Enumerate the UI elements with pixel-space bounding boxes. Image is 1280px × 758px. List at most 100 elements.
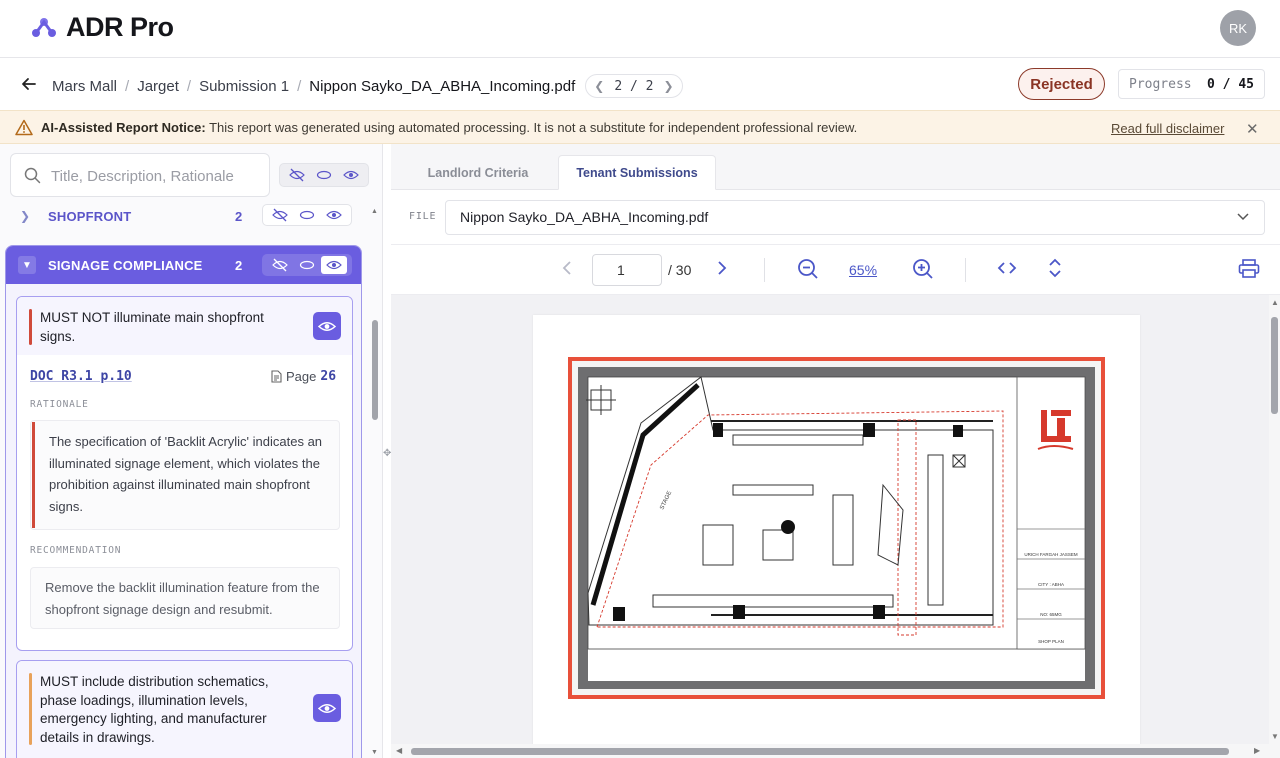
- eye-off-icon[interactable]: [267, 256, 293, 274]
- rationale-text: The specification of 'Backlit Acrylic' i…: [49, 434, 323, 514]
- eye-icon[interactable]: [321, 206, 347, 224]
- notice-text: AI-Assisted Report Notice: This report w…: [41, 120, 857, 135]
- user-avatar[interactable]: RK: [1220, 10, 1256, 46]
- scroll-right-icon[interactable]: ▶: [1254, 746, 1260, 755]
- severity-bar: [29, 309, 32, 345]
- next-page-button[interactable]: [716, 259, 728, 277]
- document-panel: Landlord Criteria Tenant Submissions FIL…: [391, 144, 1280, 758]
- page-number-input[interactable]: 1: [592, 254, 662, 286]
- document-icon: [271, 370, 282, 383]
- arrow-left-icon: [22, 78, 36, 90]
- eye-icon[interactable]: [338, 166, 364, 184]
- breadcrumb-current: Nippon Sayko_DA_ABHA_Incoming.pdf: [309, 77, 576, 95]
- scroll-down-icon[interactable]: ▼: [1271, 732, 1279, 741]
- section-title: SHOPFRONT: [48, 208, 132, 224]
- section-visibility-filter: [262, 204, 352, 226]
- recommendation-label: RECOMMENDATION: [30, 545, 122, 556]
- chevron-left-icon: [562, 261, 571, 275]
- view-toggle-button[interactable]: [313, 694, 341, 722]
- status-badge[interactable]: Rejected: [1018, 68, 1105, 100]
- scroll-up-icon[interactable]: ▲: [371, 208, 378, 215]
- requirement-text: MUST include distribution schematics, ph…: [40, 674, 269, 745]
- tab-tenant-submissions[interactable]: Tenant Submissions: [558, 155, 716, 190]
- zoom-out-button[interactable]: [797, 258, 819, 280]
- app-name: ADR Pro: [66, 12, 174, 42]
- eye-icon[interactable]: [321, 256, 348, 274]
- file-selector-row: FILE Nippon Sayko_DA_ABHA_Incoming.pdf: [391, 190, 1280, 245]
- search-input[interactable]: [51, 164, 263, 188]
- back-button[interactable]: [18, 73, 40, 95]
- finding-card[interactable]: MUST NOT illuminate main shopfront signs…: [16, 296, 353, 651]
- zoom-out-icon: [798, 259, 818, 279]
- ai-notice-banner: AI-Assisted Report Notice: This report w…: [0, 110, 1280, 144]
- breadcrumb-separator: /: [186, 77, 192, 95]
- breadcrumb-item[interactable]: Jarget: [137, 78, 179, 95]
- chevron-down-icon[interactable]: ▼: [18, 256, 36, 274]
- printer-icon: [1238, 259, 1260, 278]
- scroll-thumb[interactable]: [372, 320, 378, 420]
- top-bar: ADR Pro RK: [0, 0, 1280, 58]
- section-signage-compliance: ▼ SIGNAGE COMPLIANCE 2 MUST NOT illumina…: [5, 245, 362, 758]
- file-select[interactable]: Nippon Sayko_DA_ABHA_Incoming.pdf: [445, 200, 1265, 235]
- finding-card[interactable]: MUST include distribution schematics, ph…: [16, 660, 353, 758]
- breadcrumb-item[interactable]: Mars Mall: [52, 78, 117, 95]
- fit-height-button[interactable]: [1048, 258, 1062, 278]
- view-toggle-button[interactable]: [313, 312, 341, 340]
- progress-indicator: Progress 0 / 45: [1118, 69, 1265, 99]
- page-reference[interactable]: Page 26: [271, 369, 336, 384]
- left-scrollbar[interactable]: ▲ ▼: [369, 204, 379, 758]
- doc-reference-link[interactable]: DOC R3.1 p.10: [30, 369, 132, 384]
- breadcrumb-item[interactable]: Submission 1: [199, 78, 289, 95]
- breadcrumb-separator: /: [297, 77, 302, 95]
- section-count: 2: [235, 208, 243, 224]
- eye-off-icon[interactable]: [284, 166, 310, 184]
- warning-icon: [15, 119, 33, 136]
- file-pager: ❮ 2 / 2 ❯: [585, 74, 683, 98]
- chevron-right-icon[interactable]: ❯: [663, 79, 673, 93]
- fit-width-button[interactable]: [997, 261, 1017, 275]
- viewer-vertical-scrollbar[interactable]: ▲ ▼: [1269, 295, 1280, 758]
- title-block-text: NO: 65MG: [1040, 612, 1062, 617]
- print-button[interactable]: [1238, 259, 1260, 279]
- floor-plan-drawing: URICH FARGAH JASSEM CITY : ABHA NO: 65MG…: [568, 357, 1105, 699]
- page-total: / 30: [668, 262, 692, 278]
- eye-off-icon[interactable]: [267, 206, 293, 224]
- search-icon: [24, 167, 41, 184]
- scroll-up-icon[interactable]: ▲: [1271, 298, 1279, 307]
- findings-panel: ❯ SHOPFRONT 2 ▼ SIGNAGE COMPLIANCE 2 MUS…: [0, 144, 383, 758]
- file-select-value: Nippon Sayko_DA_ABHA_Incoming.pdf: [460, 209, 709, 225]
- viewer-horizontal-scrollbar[interactable]: ◀ ▶: [391, 744, 1269, 758]
- zoom-in-button[interactable]: [912, 258, 934, 280]
- pdf-toolbar: 1 / 30 65%: [391, 245, 1280, 295]
- file-pager-count: 2 / 2: [614, 78, 654, 94]
- eye-outline-icon[interactable]: [311, 166, 337, 184]
- prev-page-button[interactable]: [561, 259, 573, 277]
- zoom-level[interactable]: 65%: [849, 262, 877, 278]
- rationale-box: The specification of 'Backlit Acrylic' i…: [30, 420, 340, 530]
- eye-outline-icon[interactable]: [294, 206, 320, 224]
- title-block-text: CITY : ABHA: [1038, 582, 1064, 587]
- pdf-page: URICH FARGAH JASSEM CITY : ABHA NO: 65MG…: [533, 315, 1140, 755]
- section-header[interactable]: ▼ SIGNAGE COMPLIANCE 2: [6, 246, 361, 284]
- close-icon[interactable]: ✕: [1246, 120, 1259, 138]
- tab-landlord-criteria[interactable]: Landlord Criteria: [403, 155, 553, 190]
- scroll-left-icon[interactable]: ◀: [396, 746, 402, 755]
- expand-horizontal-icon: [997, 262, 1017, 274]
- scroll-down-icon[interactable]: ▼: [371, 749, 378, 756]
- chevron-left-icon[interactable]: ❮: [594, 79, 604, 93]
- scroll-thumb[interactable]: [1271, 317, 1278, 414]
- notice-title: AI-Assisted Report Notice:: [41, 120, 206, 135]
- title-block-text: SHOP PLAN: [1038, 639, 1064, 644]
- disclaimer-link[interactable]: Read full disclaimer: [1111, 121, 1224, 136]
- section-shopfront[interactable]: ❯ SHOPFRONT 2: [6, 204, 361, 228]
- file-label: FILE: [409, 211, 437, 222]
- app-logo[interactable]: ADR Pro: [30, 12, 174, 43]
- eye-outline-icon[interactable]: [294, 256, 320, 274]
- eye-icon: [318, 321, 336, 331]
- scroll-thumb[interactable]: [411, 748, 1229, 755]
- chevron-right-icon[interactable]: ❯: [20, 209, 30, 223]
- pdf-viewer[interactable]: URICH FARGAH JASSEM CITY : ABHA NO: 65MG…: [391, 295, 1280, 758]
- severity-bar: [29, 673, 32, 745]
- recommendation-box: Remove the backlit illumination feature …: [30, 567, 340, 629]
- requirement-header: MUST NOT illuminate main shopfront signs…: [17, 297, 352, 355]
